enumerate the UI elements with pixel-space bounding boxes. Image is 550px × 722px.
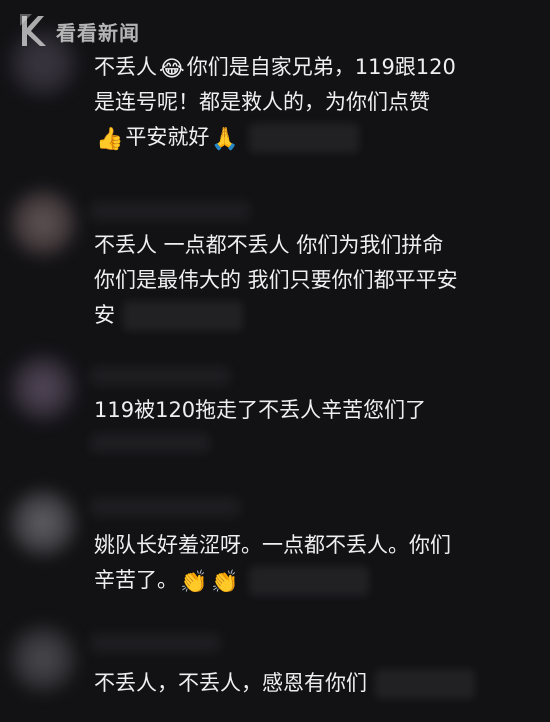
- redacted-username: [90, 367, 230, 385]
- redacted-meta: [248, 566, 369, 596]
- comment-line: 是连号呢！都是救人的，为你们点赞: [94, 85, 456, 120]
- redacted-meta: [375, 669, 475, 699]
- comment-line: 不丢人 一点都不丢人 你们为我们拼命: [94, 228, 458, 263]
- comment-line-text: 姚队长好羞涩呀。一点都不丢人。你们: [94, 533, 451, 557]
- comment-text: 119被120拖走了不丢人辛苦您们了: [94, 393, 426, 428]
- redacted-meta: [248, 123, 359, 153]
- comment-line-text: 不丢人 一点都不丢人 你们为我们拼命: [94, 233, 444, 257]
- comment-line-text: 119被120拖走了不丢人辛苦您们了: [94, 398, 427, 422]
- comment-line: 👍平安就好🙏: [94, 120, 456, 155]
- comment-item: 119被120拖走了不丢人辛苦您们了: [0, 345, 550, 465]
- comment-line: 不丢人😂你们是自家兄弟，119跟120: [94, 50, 456, 85]
- redacted-meta: [123, 301, 243, 331]
- redacted-username: [90, 202, 250, 220]
- comment-text: 不丢人，不丢人，感恩有你们: [94, 666, 475, 701]
- redacted-meta: [90, 433, 210, 453]
- comment-line-text: 安: [94, 303, 115, 327]
- comment-item: 不丢人，不丢人，感恩有你们: [0, 620, 550, 722]
- thumbs-up-emoji-icon: 👍: [96, 127, 124, 152]
- comment-text: 姚队长好羞涩呀。一点都不丢人。你们 辛苦了。👏 👏: [94, 528, 451, 598]
- avatar[interactable]: [10, 355, 76, 421]
- redacted-username: [90, 498, 240, 516]
- avatar[interactable]: [10, 190, 76, 256]
- praying-hands-emoji-icon: 🙏: [211, 127, 239, 152]
- comment-line: 辛苦了。👏 👏: [94, 563, 451, 598]
- comment-line: 安: [94, 298, 458, 333]
- avatar[interactable]: [10, 626, 76, 692]
- comment-line-text: 辛苦了。: [94, 568, 178, 592]
- clapping-hands-emoji-icon: 👏: [180, 570, 208, 595]
- comment-text: 不丢人😂你们是自家兄弟，119跟120 是连号呢！都是救人的，为你们点赞 👍平安…: [94, 50, 456, 155]
- kankan-news-logo-icon: [20, 14, 46, 46]
- comment-line-text: 是连号呢！都是救人的，为你们点赞: [94, 90, 430, 114]
- comment-line-text: 你们是自家兄弟，119跟120: [186, 55, 456, 79]
- comment-item: 姚队长好羞涩呀。一点都不丢人。你们 辛苦了。👏 👏: [0, 478, 550, 618]
- comment-line: 姚队长好羞涩呀。一点都不丢人。你们: [94, 528, 451, 563]
- watermark-brand-text: 看看新闻: [56, 20, 140, 45]
- comment-line: 不丢人，不丢人，感恩有你们: [94, 666, 475, 701]
- avatar[interactable]: [10, 490, 76, 556]
- comment-line-text: 你们是最伟大的 我们只要你们都平平安: [94, 268, 458, 292]
- watermark: 看看新闻: [18, 14, 140, 48]
- comment-line-text: 不丢人: [94, 55, 157, 79]
- comment-line: 119被120拖走了不丢人辛苦您们了: [94, 393, 426, 428]
- comment-line: 你们是最伟大的 我们只要你们都平平安: [94, 263, 458, 298]
- redacted-username: [90, 634, 220, 652]
- comment-line-text: 平安就好: [125, 125, 210, 149]
- clapping-hands-emoji-icon: 👏: [211, 570, 239, 595]
- comment-text: 不丢人 一点都不丢人 你们为我们拼命 你们是最伟大的 我们只要你们都平平安 安: [94, 228, 458, 333]
- comment-item: 不丢人 一点都不丢人 你们为我们拼命 你们是最伟大的 我们只要你们都平平安 安: [0, 190, 550, 365]
- laughing-tears-emoji-icon: 😂: [159, 57, 185, 82]
- comment-line-text: 不丢人，不丢人，感恩有你们: [94, 671, 367, 695]
